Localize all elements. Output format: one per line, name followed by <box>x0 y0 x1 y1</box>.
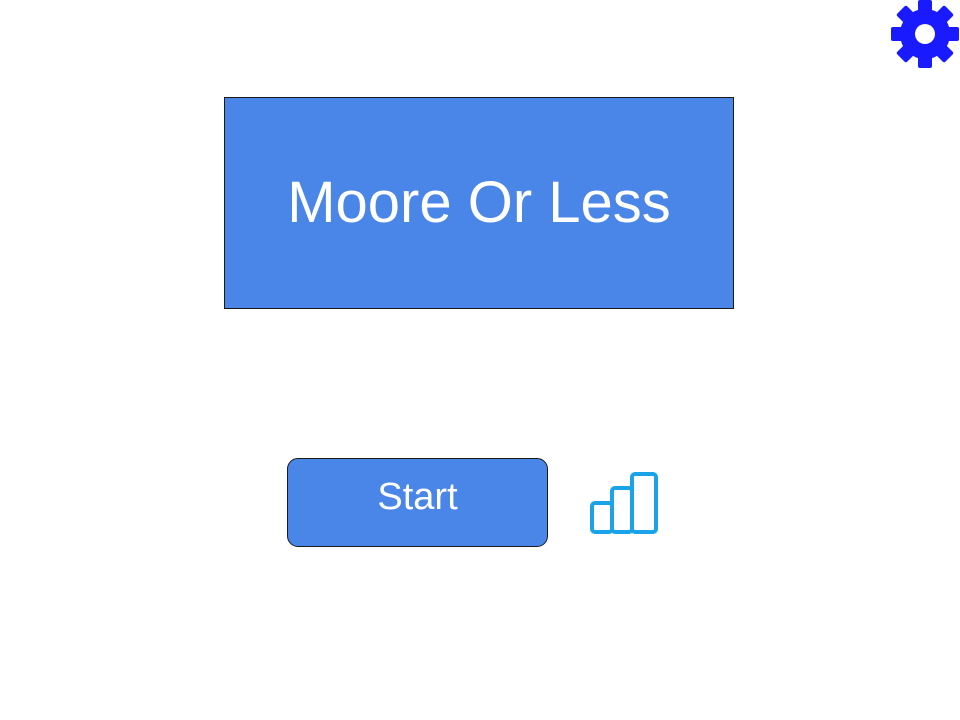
settings-button[interactable] <box>890 0 960 68</box>
title-banner: Moore Or Less <box>224 97 734 309</box>
game-title: Moore Or Less <box>287 170 671 235</box>
gear-icon <box>891 0 959 68</box>
start-button[interactable]: Start <box>287 458 548 547</box>
leaderboard-button[interactable] <box>588 470 662 536</box>
main-menu-screen: Moore Or Less Start <box>0 0 960 720</box>
bar-chart-icon <box>590 472 658 534</box>
